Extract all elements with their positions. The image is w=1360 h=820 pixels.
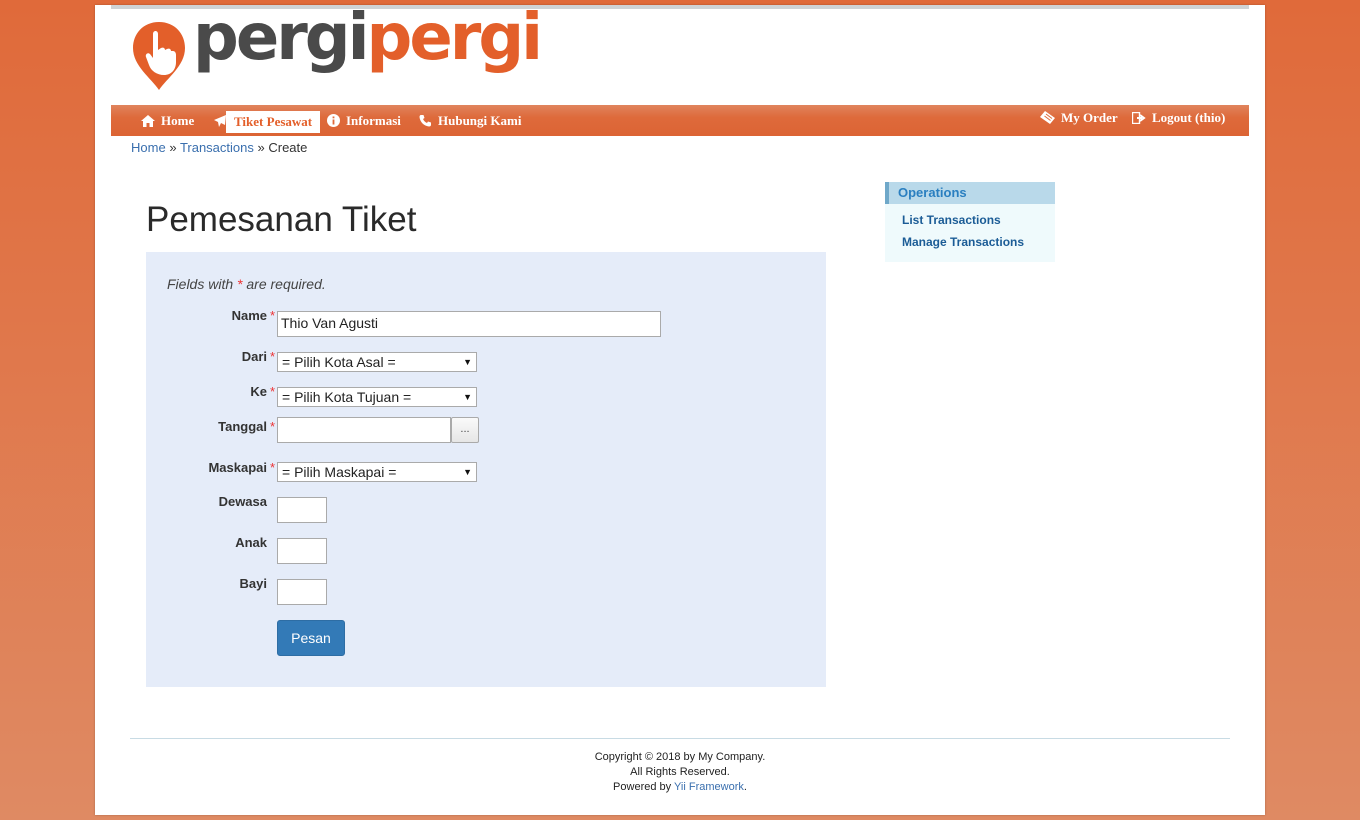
bayi-label: Bayi [239,576,267,591]
breadcrumb-transactions[interactable]: Transactions [180,140,254,155]
footer: Copyright © 2018 by My Company. All Righ… [95,750,1265,795]
ke-label-text: Ke [250,384,267,399]
footer-period: . [743,781,747,793]
dropdown-arrow-icon: ▼ [463,392,472,402]
nav-tiket-pesawat-label: Tiket Pesawat [234,114,313,129]
main-navbar: Home Tiket Pesawat Informasi Hubungi Kam… [111,105,1249,136]
nav-informasi-label: Informasi [346,112,401,128]
dari-label-text: Dari [241,349,267,364]
dewasa-label: Dewasa [218,494,267,509]
footer-powered-text: Powered by [613,781,672,793]
yii-framework-link[interactable]: Yii Framework [674,781,744,793]
dewasa-input[interactable] [277,497,327,523]
logo-text-part1: pergi [193,1,370,75]
name-label: Name * [231,308,275,323]
nav-hubungi-kami[interactable]: Hubungi Kami [419,105,521,136]
footer-divider [130,738,1230,739]
maskapai-select[interactable]: = Pilih Maskapai = ▼ [277,462,477,482]
nav-my-order-label: My Order [1061,109,1118,125]
nav-logout-label: Logout (thio) [1152,109,1226,125]
nav-tiket-pesawat[interactable]: Tiket Pesawat [226,111,321,133]
dari-select-value: = Pilih Kota Asal = [282,354,396,370]
manage-transactions-link[interactable]: Manage Transactions [902,235,1055,249]
required-star: * [270,384,276,399]
page-title: Pemesanan Tiket [146,200,417,239]
required-star: * [270,308,276,323]
home-icon [141,114,155,127]
ke-select-value: = Pilih Kota Tujuan = [282,389,412,405]
maskapai-label-text: Maskapai [208,460,267,475]
required-star: * [270,419,276,434]
required-star: * [237,276,243,292]
operations-header: Operations [885,182,1055,204]
tanggal-input[interactable] [277,417,451,443]
pesan-submit-button[interactable]: Pesan [277,620,345,656]
anak-label: Anak [235,535,267,550]
page-container: pergipergi Home Tiket Pesawat Informasi … [95,5,1265,815]
transaction-form: Fields with * are required. Name * Thio V… [146,252,826,687]
maskapai-label: Maskapai * [208,460,275,475]
tanggal-label-text: Tanggal [218,419,267,434]
nav-hubungi-kami-label: Hubungi Kami [438,112,522,128]
ticket-icon [1040,111,1055,124]
hand-pin-icon [133,22,185,90]
breadcrumb: Home » Transactions » Create [131,140,307,155]
nav-logout[interactable]: Logout (thio) [1132,102,1225,133]
required-note-text: Fields with [167,276,234,292]
breadcrumb-separator: » [169,140,177,155]
dari-select[interactable]: = Pilih Kota Asal = ▼ [277,352,477,372]
dropdown-arrow-icon: ▼ [463,467,472,477]
ke-label: Ke * [250,384,275,399]
tanggal-label: Tanggal * [218,419,275,434]
dropdown-arrow-icon: ▼ [463,357,472,367]
footer-copyright: Copyright © 2018 by My Company. [594,751,766,763]
nav-tiket-pesawat-icon-wrap[interactable] [213,105,227,136]
required-note: Fields with * are required. [167,276,326,292]
breadcrumb-current: Create [268,140,308,155]
logo-text-part2: pergi [366,1,544,75]
nav-informasi[interactable]: Informasi [327,105,401,136]
footer-powered: Powered by Yii Framework. [95,780,1265,795]
logo-wordmark: pergipergi [193,6,543,70]
list-transactions-link[interactable]: List Transactions [902,213,1055,227]
ke-select[interactable]: = Pilih Kota Tujuan = ▼ [277,387,477,407]
required-star: * [270,460,276,475]
required-star: * [270,349,276,364]
name-input[interactable]: Thio Van Agusti [277,311,661,337]
anak-input[interactable] [277,538,327,564]
nav-my-order[interactable]: My Order [1040,102,1118,133]
nav-home[interactable]: Home [141,105,194,136]
operations-sidebar: Operations List Transactions Manage Tran… [885,182,1055,262]
breadcrumb-separator: » [257,140,265,155]
name-label-text: Name [231,308,267,323]
plane-icon [214,114,226,127]
footer-rights: All Rights Reserved. [630,766,730,778]
required-note-text: are required. [246,276,326,292]
phone-icon [419,115,431,127]
logout-icon [1132,111,1146,124]
breadcrumb-home[interactable]: Home [131,140,166,155]
date-picker-button[interactable]: ... [451,417,479,443]
nav-home-label: Home [161,112,195,128]
maskapai-select-value: = Pilih Maskapai = [282,464,397,480]
info-icon [327,114,340,127]
dari-label: Dari * [241,349,275,364]
bayi-input[interactable] [277,579,327,605]
